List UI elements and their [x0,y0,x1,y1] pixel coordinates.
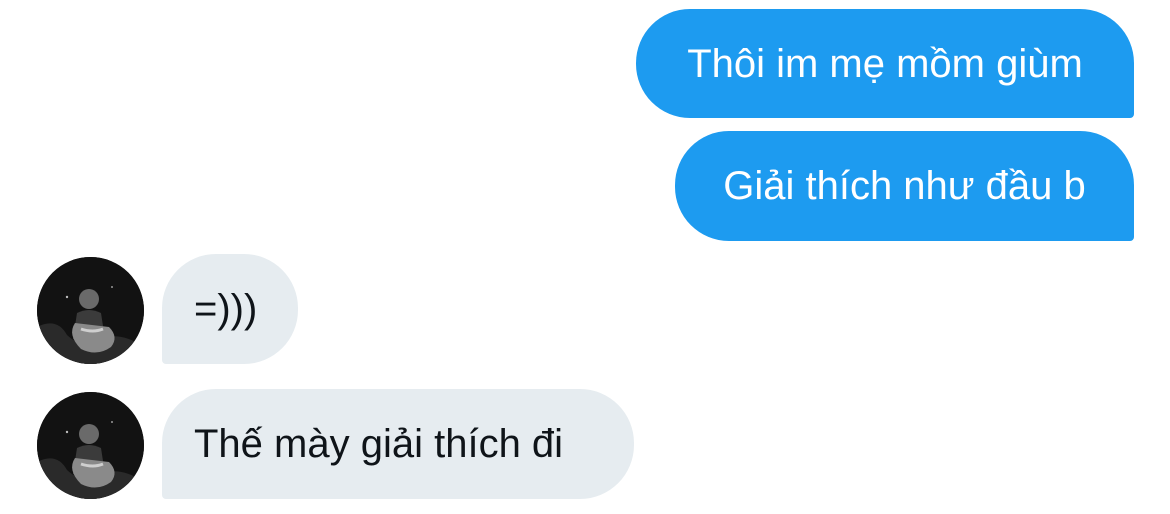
message-text: Thôi im mẹ mồm giùm [687,41,1083,86]
avatar-photo-icon [37,257,144,364]
incoming-message-bubble[interactable]: =))) [162,254,298,364]
incoming-message-bubble[interactable]: Thế mày giải thích đi [162,389,634,499]
outgoing-message-bubble[interactable]: Thôi im mẹ mồm giùm [636,9,1134,118]
message-text: Thế mày giải thích đi [194,422,564,466]
contact-avatar[interactable] [37,257,144,364]
contact-avatar[interactable] [37,392,144,499]
outgoing-message-bubble[interactable]: Giải thích như đầu b [675,131,1134,241]
avatar-photo-icon [37,392,144,499]
message-text: =))) [194,287,258,331]
message-text: Giải thích như đầu b [723,164,1086,208]
